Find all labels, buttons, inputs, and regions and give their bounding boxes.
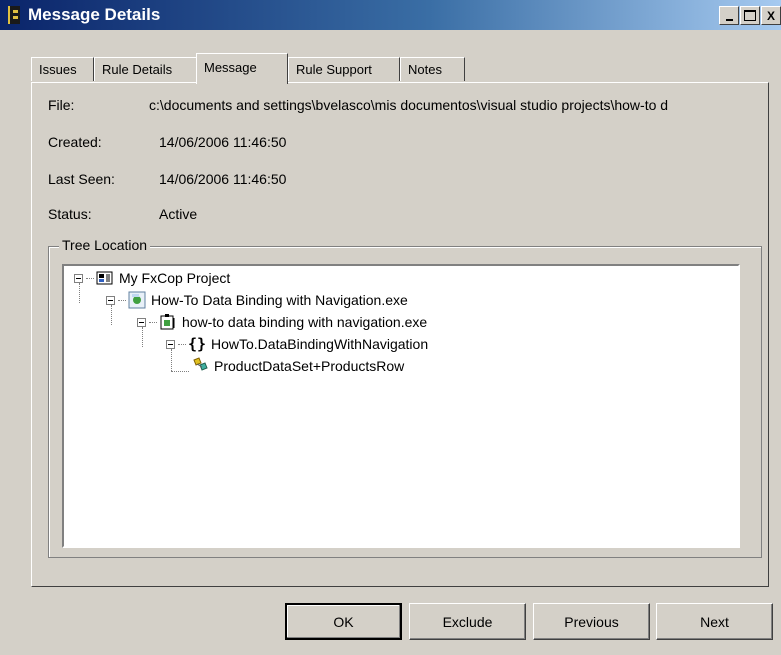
tree-node-type[interactable]: ProductDataSet+ProductsRow	[191, 355, 404, 377]
tree-location-group: Tree Location My FxCop Project How-To Da…	[48, 237, 762, 558]
collapse-icon[interactable]	[137, 317, 146, 327]
window-controls: X	[718, 6, 781, 25]
previous-button[interactable]: Previous	[533, 603, 650, 640]
status-value: Active	[159, 206, 198, 222]
created-label: Created:	[48, 134, 102, 150]
tab-issues[interactable]: Issues	[31, 57, 94, 81]
tree-node-project[interactable]: My FxCop Project	[74, 267, 230, 289]
title-bar[interactable]: Message Details X	[0, 0, 781, 30]
ok-button[interactable]: OK	[285, 603, 402, 640]
app-icon	[8, 6, 20, 24]
collapse-icon[interactable]	[74, 273, 83, 283]
tree-node-label: HowTo.DataBindingWithNavigation	[211, 336, 429, 352]
last-seen-value: 14/06/2006 11:46:50	[159, 171, 287, 187]
tree-node-label: how-to data binding with navigation.exe	[182, 314, 428, 330]
tree-node-label: How-To Data Binding with Navigation.exe	[151, 292, 408, 308]
file-value: c:\documents and settings\bvelasco\mis d…	[149, 97, 669, 113]
last-seen-label: Last Seen:	[48, 171, 115, 187]
tree-location-view[interactable]: My FxCop Project How-To Data Binding wit…	[62, 264, 740, 548]
close-button[interactable]: X	[761, 6, 781, 25]
minimize-button[interactable]	[719, 6, 739, 25]
window-title: Message Details	[28, 5, 161, 24]
target-icon	[128, 291, 146, 309]
message-tab-panel: File: c:\documents and settings\bvelasco…	[31, 82, 769, 587]
exclude-button[interactable]: Exclude	[409, 603, 526, 640]
tree-node-label: My FxCop Project	[119, 270, 231, 286]
tree-connector	[171, 371, 189, 372]
minimize-icon	[725, 18, 733, 21]
tree-connector	[149, 321, 157, 323]
tab-rule-details[interactable]: Rule Details	[94, 57, 198, 81]
collapse-icon[interactable]	[106, 295, 115, 305]
status-label: Status:	[48, 206, 92, 222]
tree-node-target[interactable]: How-To Data Binding with Navigation.exe	[106, 289, 408, 311]
tab-notes[interactable]: Notes	[400, 57, 465, 81]
message-details-window: Message Details X Issues Rule Details Me…	[0, 0, 781, 655]
tree-node-namespace[interactable]: {} HowTo.DataBindingWithNavigation	[166, 333, 428, 355]
collapse-icon[interactable]	[166, 339, 175, 349]
tree-connector	[178, 343, 186, 345]
project-icon	[96, 269, 114, 287]
file-label: File:	[48, 97, 75, 113]
maximize-icon	[744, 10, 756, 21]
tree-connector	[86, 277, 94, 279]
tree-node-label: ProductDataSet+ProductsRow	[214, 358, 405, 374]
tab-message[interactable]: Message	[196, 53, 288, 84]
tab-rule-support[interactable]: Rule Support	[288, 57, 400, 81]
tree-node-module[interactable]: how-to data binding with navigation.exe	[137, 311, 427, 333]
type-icon	[191, 357, 209, 375]
namespace-icon: {}	[187, 335, 207, 353]
maximize-button[interactable]	[740, 6, 760, 25]
created-value: 14/06/2006 11:46:50	[159, 134, 287, 150]
module-icon	[159, 313, 177, 331]
next-button[interactable]: Next	[656, 603, 773, 640]
tree-location-legend: Tree Location	[59, 237, 151, 253]
close-icon: X	[766, 8, 775, 23]
tree-connector	[118, 299, 126, 301]
